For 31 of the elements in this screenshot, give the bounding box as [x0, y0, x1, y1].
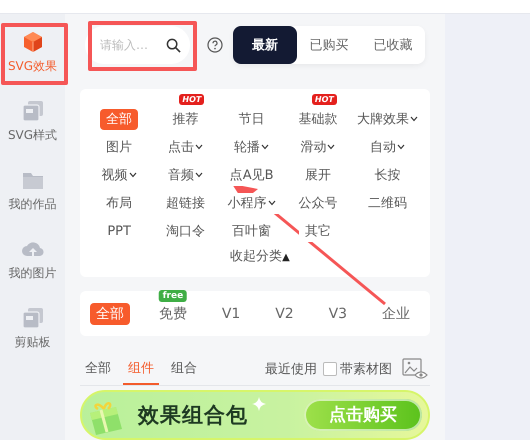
search-field[interactable]: 请输入… [85, 26, 190, 64]
search-icon[interactable] [166, 38, 181, 54]
collapse-button[interactable]: 收起分类▲ [230, 246, 290, 265]
version-tab[interactable]: V2 [269, 304, 300, 324]
filter-tab[interactable]: 已购买 [297, 26, 361, 64]
help-icon[interactable] [207, 37, 223, 54]
sidebar-item[interactable]: 我的作品 [2, 166, 64, 215]
up-arrow-icon: ▲ [282, 252, 290, 263]
cards-icon [20, 306, 44, 330]
promo-banner[interactable]: 效果组合包 点击购买 [80, 390, 430, 440]
filter-tab[interactable]: 最新 [233, 26, 297, 64]
cards-icon [20, 99, 44, 123]
checkbox[interactable] [323, 362, 337, 376]
version-tab[interactable]: V1 [216, 304, 246, 324]
version-tab[interactable]: 企业 [376, 302, 416, 325]
checkbox-label: 带素材图 [340, 361, 392, 378]
version-tab[interactable]: V3 [322, 304, 354, 324]
type-tab[interactable]: 组合 [166, 353, 202, 386]
filter-tab[interactable]: 已收藏 [361, 26, 425, 64]
sidebar-item[interactable]: 剪贴板 [2, 304, 64, 353]
hot-badge: HOT [312, 94, 337, 105]
sparkle-icon [252, 396, 266, 411]
recent-link[interactable]: 最近使用 [265, 360, 317, 378]
sidebar-item[interactable]: SVG样式 [2, 97, 64, 146]
hot-badge: HOT [179, 94, 204, 105]
highlight-box [1, 23, 68, 85]
banner-title: 效果组合包 [138, 402, 248, 429]
image-preview-icon[interactable] [402, 358, 428, 380]
free-badge: free [158, 290, 188, 302]
sidebar-item[interactable]: 我的图片 [2, 235, 64, 284]
type-tab[interactable]: 全部 [80, 353, 116, 386]
